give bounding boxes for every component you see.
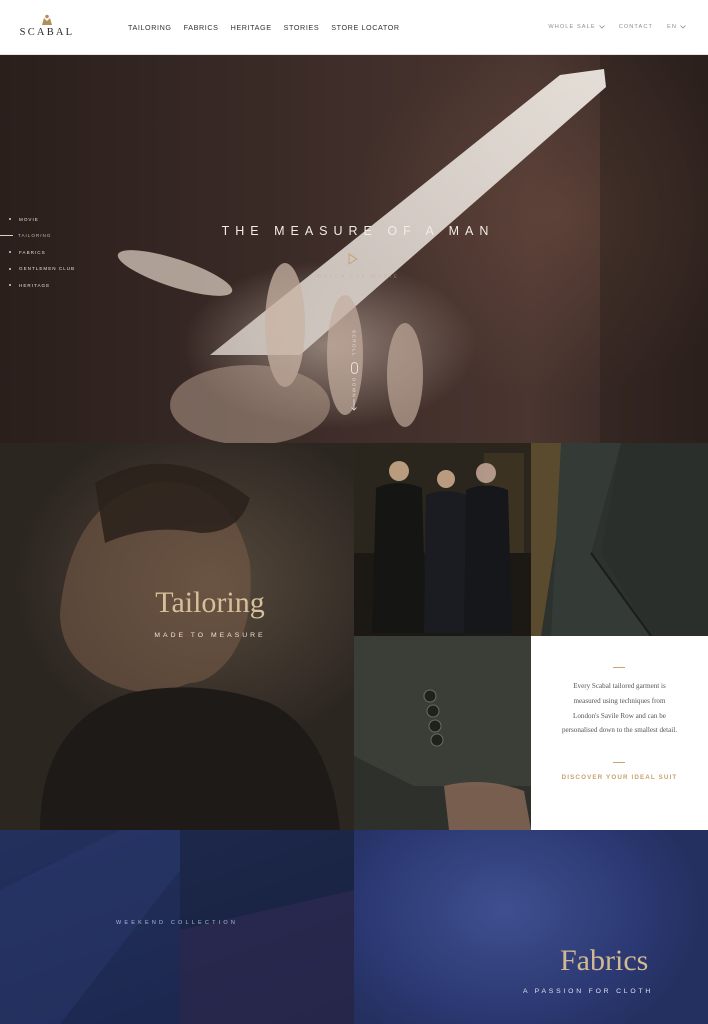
utility-nav: WHOLE SALE CONTACT EN — [548, 24, 686, 30]
weekend-collection-tile[interactable] — [0, 830, 354, 1024]
arrow-down-icon — [351, 399, 357, 411]
side-nav-dot — [9, 284, 11, 287]
scroll-label: SCROLL — [351, 330, 357, 358]
mouse-icon — [350, 362, 358, 375]
tailoring-description: Every Scabal tailored garment is measure… — [561, 682, 678, 735]
main-nav: TAILORING FABRICS HERITAGE STORIES STORE… — [128, 23, 400, 32]
brand-wordmark: SCABAL — [19, 27, 75, 38]
fabrics-title: Fabrics — [560, 944, 649, 977]
side-nav-label: GENTLEMEN CLUB — [19, 266, 76, 272]
down-label: DOWN — [351, 378, 357, 399]
side-nav-item-fabrics[interactable]: FABRICS — [0, 244, 75, 261]
contact-link[interactable]: CONTACT — [619, 24, 653, 30]
nav-stories[interactable]: STORIES — [284, 23, 320, 32]
three-men-suits-image — [354, 443, 531, 636]
divider — [613, 667, 625, 668]
side-nav-dot — [9, 218, 11, 221]
contact-label: CONTACT — [618, 24, 654, 30]
discover-suit-link[interactable]: DISCOVER YOUR IDEAL SUIT — [561, 773, 678, 783]
weekend-collection-label[interactable]: WEEKEND COLLECTION — [0, 920, 354, 926]
language-label: EN — [667, 24, 677, 30]
watch-movie-link[interactable]: WATCH THE MOVIE — [0, 274, 708, 280]
sleeve-buttons-image — [354, 636, 531, 830]
nav-tailoring[interactable]: TAILORING — [128, 23, 172, 32]
fabrics-subtitle: A PASSION FOR CLOTH — [523, 988, 654, 995]
play-icon[interactable] — [348, 253, 358, 265]
crest-icon — [42, 14, 52, 25]
chevron-down-icon — [680, 25, 686, 29]
wholesale-dropdown[interactable]: WHOLE SALE — [548, 24, 605, 30]
hero-video-section: MOVIE TAILORING FABRICS GENTLEMEN CLUB H… — [0, 55, 708, 443]
chevron-down-icon — [598, 25, 605, 29]
three-men-photo[interactable] — [354, 443, 531, 636]
jacket-lapel-image — [531, 443, 708, 636]
language-selector[interactable]: EN — [667, 24, 686, 30]
fabric-texture-image — [0, 830, 354, 1024]
nav-heritage[interactable]: HERITAGE — [231, 23, 272, 32]
jacket-lapel-photo[interactable] — [531, 443, 708, 636]
tailoring-title: Tailoring — [155, 586, 265, 619]
sleeve-buttons-photo[interactable] — [354, 636, 531, 830]
wholesale-label: WHOLE SALE — [548, 24, 596, 30]
side-nav-label: FABRICS — [19, 249, 46, 255]
side-nav-dot — [9, 251, 11, 254]
site-header: SCABAL TAILORING FABRICS HERITAGE STORIE… — [0, 0, 708, 55]
scroll-down-indicator[interactable]: SCROLL DOWN — [347, 330, 361, 416]
divider — [613, 762, 625, 763]
side-nav-label: HERITAGE — [19, 282, 51, 288]
brand-logo[interactable]: SCABAL — [16, 14, 78, 40]
tailoring-subtitle: MADE TO MEASURE — [154, 632, 266, 639]
side-nav-label: MOVIE — [19, 216, 39, 222]
hero-title: THE MEASURE OF A MAN — [221, 224, 495, 238]
nav-fabrics[interactable]: FABRICS — [184, 23, 219, 32]
side-nav-dot — [9, 267, 11, 270]
tailoring-info-card: Every Scabal tailored garment is measure… — [531, 636, 708, 830]
nav-store-locator[interactable]: STORE LOCATOR — [331, 23, 400, 32]
